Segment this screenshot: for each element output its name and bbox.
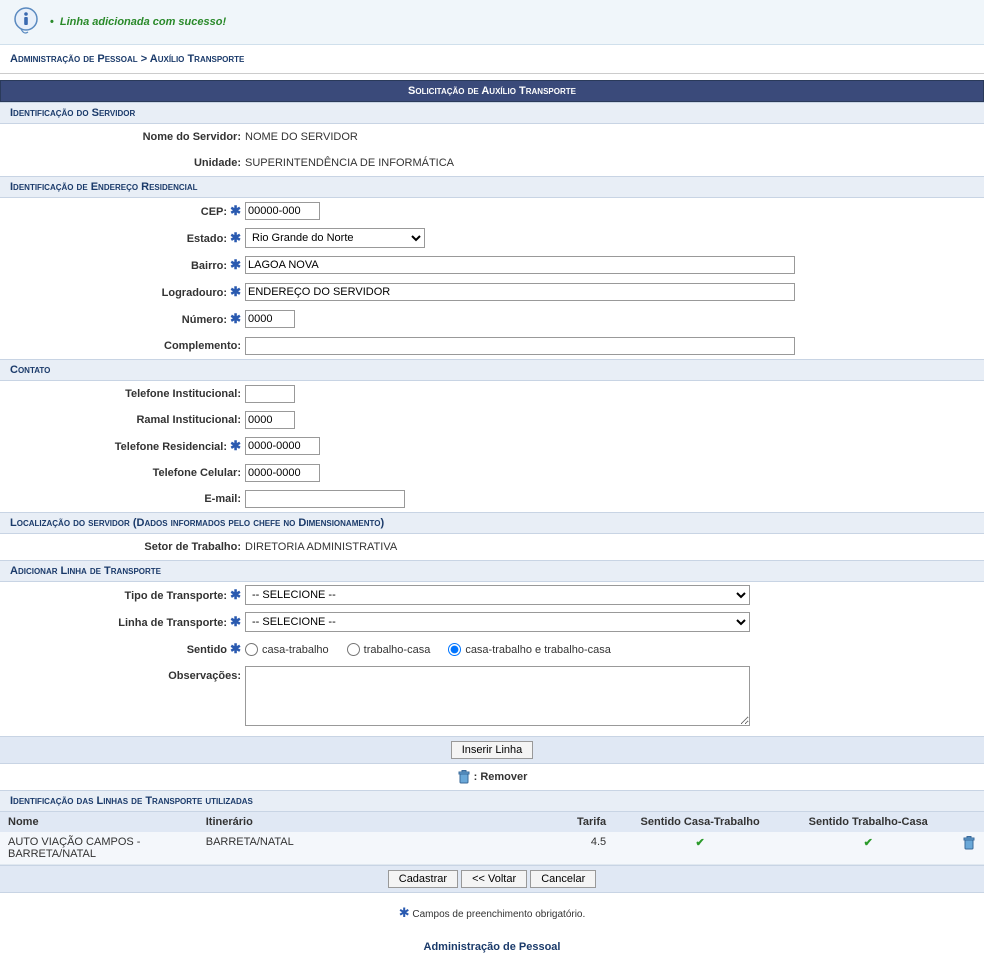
radio-label-ambos: casa-trabalho e trabalho-casa (465, 640, 611, 660)
label-email: E-mail: (0, 489, 245, 509)
label-estado: Estado: (187, 233, 227, 245)
radio-label-ct: casa-trabalho (262, 640, 329, 660)
th-nome: Nome (8, 816, 206, 828)
label-sentido: Sentido (187, 644, 227, 656)
th-sct: Sentido Casa-Trabalho (616, 816, 784, 828)
label-tel-cel: Telefone Celular: (0, 463, 245, 483)
ramal-inst-input[interactable] (245, 411, 295, 429)
required-icon: ✱ (230, 257, 241, 272)
td-itinerario: BARRETA/NATAL (206, 836, 547, 860)
section-contato: Contato (0, 359, 984, 381)
td-tarifa: 4.5 (547, 836, 616, 860)
section-add-linha: Adicionar Linha de Transporte (0, 560, 984, 582)
label-ramal-inst: Ramal Institucional: (0, 410, 245, 430)
table-row: AUTO VIAÇÃO CAMPOS - BARRETA/NATAL BARRE… (0, 832, 984, 865)
breadcrumb: Administração de Pessoal > Auxílio Trans… (0, 45, 984, 74)
legend-remover: : Remover (474, 771, 528, 783)
logradouro-input[interactable] (245, 283, 795, 301)
required-icon: ✱ (230, 230, 241, 245)
label-tel-inst: Telefone Institucional: (0, 384, 245, 404)
td-nome: AUTO VIAÇÃO CAMPOS - BARRETA/NATAL (8, 836, 206, 860)
label-complemento: Complemento: (0, 336, 245, 356)
label-tipo-transporte: Tipo de Transporte: (125, 590, 227, 602)
required-icon: ✱ (230, 438, 241, 453)
value-unidade: SUPERINTENDÊNCIA DE INFORMÁTICA (245, 153, 984, 173)
info-icon (10, 6, 42, 38)
success-message-text: Linha adicionada com sucesso! (60, 16, 226, 28)
label-cep: CEP: (201, 206, 227, 218)
th-stc: Sentido Trabalho-Casa (784, 816, 952, 828)
value-setor-trabalho: DIRETORIA ADMINISTRATIVA (245, 537, 984, 557)
footer-link[interactable]: Administração de Pessoal (0, 933, 984, 961)
section-ident-servidor: Identificação do Servidor (0, 102, 984, 124)
section-ident-linhas: Identificação das Linhas de Transporte u… (0, 790, 984, 812)
legend-row: : Remover (0, 764, 984, 790)
radio-ambos[interactable] (448, 643, 461, 656)
cancelar-button[interactable]: Cancelar (530, 870, 596, 888)
label-numero: Número: (182, 314, 227, 326)
section-ident-endereco: Identificação de Endereço Residencial (0, 176, 984, 198)
radio-casa-trabalho[interactable] (245, 643, 258, 656)
required-icon: ✱ (230, 311, 241, 326)
section-localizacao: Localização do servidor (Dados informado… (0, 512, 984, 534)
label-observacoes: Observações: (0, 666, 245, 733)
required-icon: ✱ (399, 905, 410, 920)
complemento-input[interactable] (245, 337, 795, 355)
tel-res-input[interactable] (245, 437, 320, 455)
label-tel-res: Telefone Residencial: (115, 441, 227, 453)
check-icon: ✔ (696, 837, 705, 849)
voltar-button[interactable]: << Voltar (461, 870, 527, 888)
label-linha-transporte: Linha de Transporte: (118, 617, 227, 629)
observacoes-textarea[interactable] (245, 666, 750, 726)
estado-select[interactable]: Rio Grande do Norte (245, 228, 425, 248)
required-icon: ✱ (230, 284, 241, 299)
radio-trabalho-casa[interactable] (347, 643, 360, 656)
value-nome-servidor: NOME DO SERVIDOR (245, 127, 984, 147)
label-logradouro: Logradouro: (162, 287, 227, 299)
bullet-icon: • (50, 16, 54, 28)
trash-icon (457, 770, 471, 784)
numero-input[interactable] (245, 310, 295, 328)
radio-label-tc: trabalho-casa (364, 640, 431, 660)
email-input[interactable] (245, 490, 405, 508)
tel-inst-input[interactable] (245, 385, 295, 403)
tipo-transporte-select[interactable]: -- SELECIONE -- (245, 585, 750, 605)
tel-cel-input[interactable] (245, 464, 320, 482)
cadastrar-button[interactable]: Cadastrar (388, 870, 458, 888)
label-nome-servidor: Nome do Servidor: (0, 127, 245, 147)
linha-transporte-select[interactable]: -- SELECIONE -- (245, 612, 750, 632)
table-header: Nome Itinerário Tarifa Sentido Casa-Trab… (0, 812, 984, 832)
required-icon: ✱ (230, 203, 241, 218)
footer-note: ✱ Campos de preenchimento obrigatório. (0, 893, 984, 933)
inserir-linha-button[interactable]: Inserir Linha (451, 741, 534, 759)
required-icon: ✱ (230, 587, 241, 602)
cep-input[interactable] (245, 202, 320, 220)
required-icon: ✱ (230, 614, 241, 629)
label-setor-trabalho: Setor de Trabalho: (0, 537, 245, 557)
th-tarifa: Tarifa (547, 816, 616, 828)
label-bairro: Bairro: (191, 260, 227, 272)
bairro-input[interactable] (245, 256, 795, 274)
th-itinerario: Itinerário (206, 816, 547, 828)
page-title: Solicitação de Auxílio Transporte (0, 80, 984, 102)
breadcrumb-part2[interactable]: Auxílio Transporte (150, 53, 245, 65)
label-unidade: Unidade: (0, 153, 245, 173)
required-icon: ✱ (230, 641, 241, 656)
success-message-box: • Linha adicionada com sucesso! (0, 0, 984, 45)
remove-row-button[interactable] (962, 836, 976, 850)
breadcrumb-sep: > (141, 53, 147, 65)
check-icon: ✔ (864, 837, 873, 849)
breadcrumb-part1[interactable]: Administração de Pessoal (10, 53, 138, 65)
